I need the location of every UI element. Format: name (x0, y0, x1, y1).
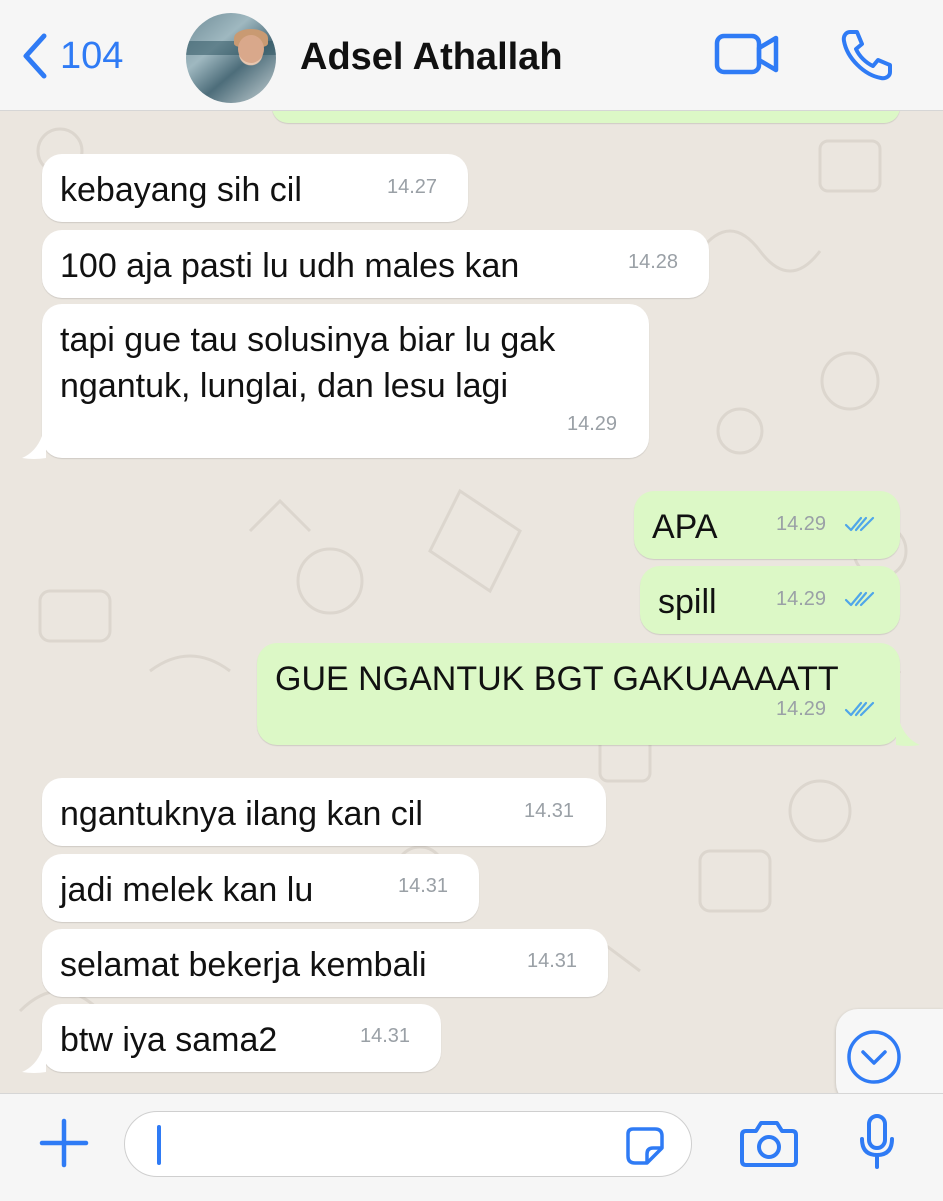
camera-icon[interactable] (740, 1119, 798, 1167)
message-time: 14.29 (776, 698, 827, 720)
message-time: 14.29 (567, 413, 618, 435)
incoming-message-bubble[interactable]: ngantuknya ilang kan cil 14.31 (42, 778, 606, 846)
read-receipt-icon (844, 701, 875, 717)
incoming-message-bubble[interactable]: btw iya sama2 14.31 (22, 1004, 441, 1073)
back-button[interactable]: 104 (18, 30, 123, 82)
message-time: 14.28 (628, 251, 679, 273)
incoming-message-bubble[interactable]: kebayang sih cil 14.27 (42, 154, 468, 222)
message-time: 14.27 (387, 176, 438, 198)
message-time: 14.31 (524, 800, 575, 822)
incoming-message-bubble[interactable]: selamat bekerja kembali 14.31 (42, 929, 608, 997)
message-text: spill (658, 583, 717, 621)
message-text: APA (652, 508, 718, 546)
text-caret (157, 1125, 161, 1165)
read-receipt-icon (844, 591, 875, 607)
message-text: 100 aja pasti lu udh males kan (60, 247, 520, 285)
unread-count: 104 (60, 34, 124, 77)
message-text: ngantuknya ilang kan cil (60, 795, 423, 833)
avatar[interactable] (186, 13, 276, 103)
previous-message-bubble (272, 111, 900, 123)
chevron-down-circle-icon (847, 1030, 901, 1084)
message-text: kebayang sih cil (60, 171, 302, 209)
chevron-left-icon (23, 33, 47, 79)
message-text: tapi gue tau solusinya biar lu gak ngant… (60, 321, 556, 405)
message-input[interactable] (124, 1111, 692, 1177)
video-camera-icon[interactable] (714, 28, 780, 80)
bubble-tail (22, 1050, 46, 1073)
scroll-to-bottom-button[interactable] (836, 1009, 943, 1093)
message-time: 14.29 (776, 513, 827, 535)
microphone-icon[interactable] (858, 1113, 896, 1171)
outgoing-message-bubble[interactable]: GUE NGANTUK BGT GAKUAAAATT 14.29 (257, 643, 920, 746)
plus-icon[interactable] (38, 1117, 90, 1169)
message-text: jadi melek kan lu (60, 871, 314, 909)
incoming-message-bubble[interactable]: 100 aja pasti lu udh males kan 14.28 (42, 230, 709, 298)
message-time: 14.31 (360, 1025, 411, 1047)
message-list[interactable]: kebayang sih cil 14.27 100 aja pasti lu ud… (0, 111, 943, 1093)
contact-name[interactable]: Adsel Athallah (300, 36, 563, 79)
outgoing-message-bubble[interactable]: APA 14.29 (634, 491, 900, 559)
message-text: GUE NGANTUK BGT GAKUAAAATT (275, 660, 839, 698)
read-receipt-icon (844, 516, 875, 532)
chat-header: 104 Adsel Athallah (0, 0, 943, 111)
phone-icon[interactable] (840, 28, 894, 82)
bubble-tail (896, 723, 920, 746)
sticker-icon[interactable] (625, 1126, 665, 1166)
message-text: btw iya sama2 (60, 1021, 278, 1059)
message-time: 14.31 (527, 950, 578, 972)
outgoing-message-bubble[interactable]: spill 14.29 (640, 566, 900, 634)
message-text: selamat bekerja kembali (60, 946, 427, 984)
incoming-message-bubble[interactable]: tapi gue tau solusinya biar lu gak ngant… (22, 304, 649, 459)
bubble-tail (22, 436, 46, 459)
composer-bar (0, 1093, 943, 1201)
message-time: 14.29 (776, 588, 827, 610)
incoming-message-bubble[interactable]: jadi melek kan lu 14.31 (42, 854, 479, 922)
message-time: 14.31 (398, 875, 449, 897)
